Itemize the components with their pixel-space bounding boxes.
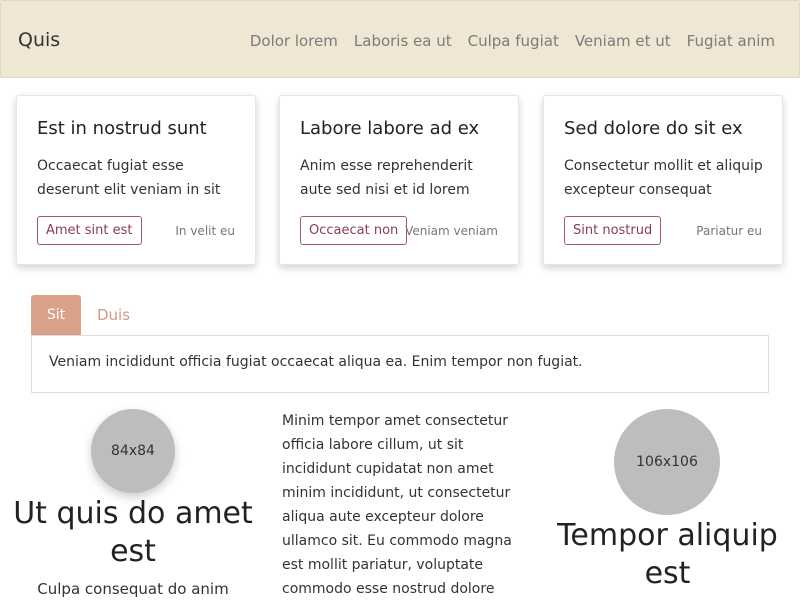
avatar-placeholder-large: 106x106 xyxy=(614,409,720,515)
card-link[interactable]: In velit eu xyxy=(175,224,235,238)
card-link[interactable]: Veniam veniam xyxy=(405,224,498,238)
card-2: Labore labore ad ex Anim esse reprehende… xyxy=(279,95,519,265)
card-text: Anim esse reprehenderit aute sed nisi et… xyxy=(300,158,473,198)
tab-panel-text: Veniam incididunt officia fugiat occaeca… xyxy=(49,354,583,370)
right-heading: Tempor aliquip est xyxy=(557,518,778,591)
navbar: Quis Dolor lorem Laboris ea ut Culpa fug… xyxy=(0,0,800,78)
card-link[interactable]: Pariatur eu xyxy=(696,224,762,238)
card-3: Sed dolore do sit ex Consectetur mollit … xyxy=(543,95,783,265)
card-1: Est in nostrud sunt Occaecat fugiat esse… xyxy=(16,95,256,265)
card-button[interactable]: Sint nostrud xyxy=(564,216,662,245)
card-text: Consectetur mollit et aliquip excepteur … xyxy=(564,158,763,198)
tab-duis[interactable]: Duis xyxy=(97,295,130,335)
nav-links: Dolor lorem Laboris ea ut Culpa fugiat V… xyxy=(250,32,775,50)
nav-link-laboris-ea-ut[interactable]: Laboris ea ut xyxy=(354,32,452,50)
nav-link-dolor-lorem[interactable]: Dolor lorem xyxy=(250,32,338,50)
card-button[interactable]: Amet sint est xyxy=(37,216,142,245)
nav-link-veniam-et-ut[interactable]: Veniam et ut xyxy=(575,32,671,50)
nav-link-culpa-fugiat[interactable]: Culpa fugiat xyxy=(468,32,559,50)
avatar-placeholder-small: 84x84 xyxy=(91,409,175,493)
card-title: Est in nostrud sunt xyxy=(37,118,207,139)
tab-panel: Veniam incididunt officia fugiat occaeca… xyxy=(31,335,769,393)
left-heading: Ut quis do amet est xyxy=(13,496,253,569)
card-title: Sed dolore do sit ex xyxy=(564,118,743,139)
card-button[interactable]: Occaecat non xyxy=(300,216,408,245)
left-subtext: Culpa consequat do anim xyxy=(37,580,229,598)
card-text: Occaecat fugiat esse deserunt elit venia… xyxy=(37,158,221,198)
card-title: Labore labore ad ex xyxy=(300,118,480,139)
middle-paragraph: Minim tempor amet consectetur officia la… xyxy=(282,413,512,597)
nav-link-fugiat-anim[interactable]: Fugiat anim xyxy=(687,32,775,50)
tab-sit[interactable]: Sit xyxy=(31,295,81,335)
brand[interactable]: Quis xyxy=(18,29,60,51)
